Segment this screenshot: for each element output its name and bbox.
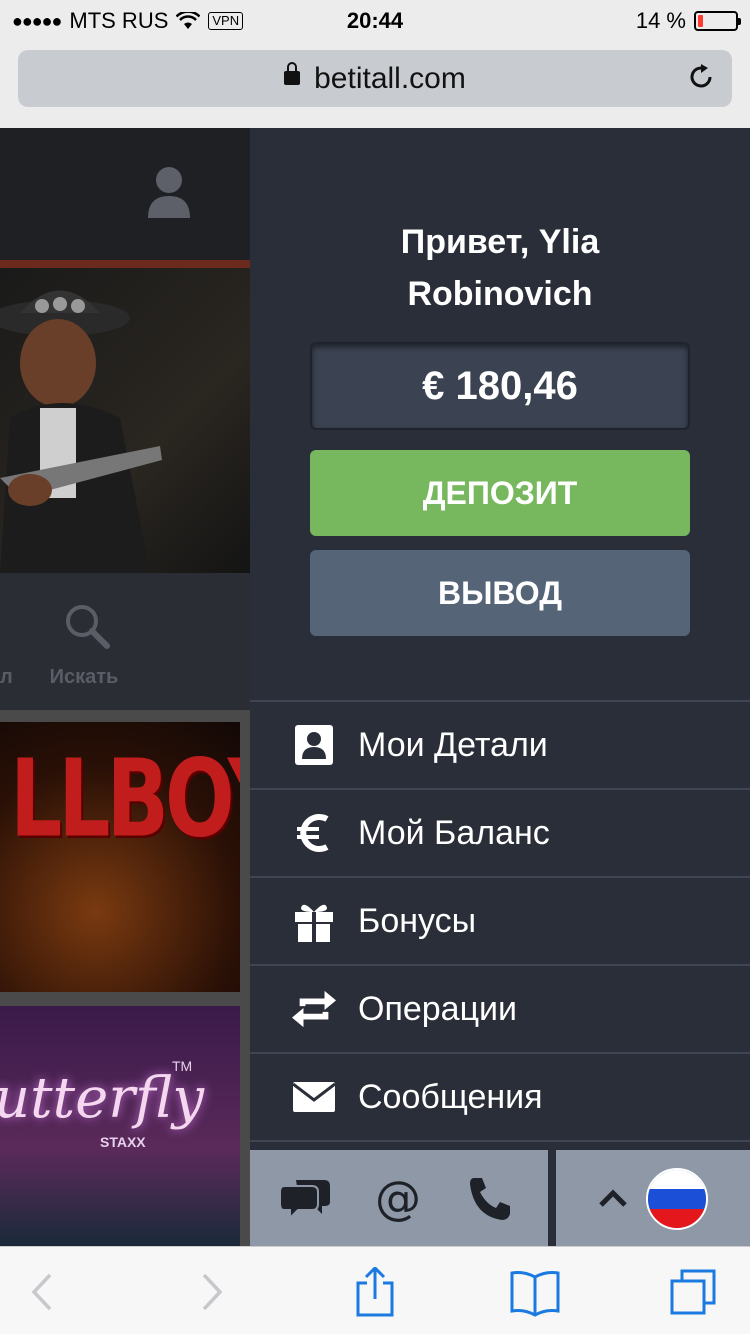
search-tab-label[interactable]: Искать	[0, 666, 168, 689]
game-tile-butterfly-staxx[interactable]: utterfly STAXX TM	[0, 1006, 240, 1246]
chevron-up-icon	[599, 1189, 627, 1207]
game-tile-title: utterfly	[0, 1066, 204, 1131]
address-bar[interactable]: betitall.com	[18, 50, 732, 107]
envelope-icon	[292, 1075, 336, 1119]
menu-item-label: Бонусы	[358, 901, 477, 940]
game-tile-subtitle: STAXX	[100, 1134, 146, 1150]
gift-icon	[292, 899, 336, 943]
cowboy-character-illustration	[0, 290, 162, 573]
url-text: betitall.com	[314, 62, 466, 95]
menu-item-messages[interactable]: Сообщения	[250, 1052, 750, 1140]
tabs-icon[interactable]	[668, 1267, 718, 1317]
trademark-mark: TM	[172, 1058, 193, 1074]
balance-display: € 180,46	[310, 342, 690, 430]
back-icon[interactable]	[18, 1267, 68, 1317]
greeting-text: Привет, Ylia Robinovich	[400, 223, 600, 313]
browser-toolbar	[0, 1246, 750, 1334]
background-page: л Искать LLBOY utterfly STAXX TM	[0, 128, 250, 1246]
transfer-icon	[292, 987, 336, 1031]
menu-item-label: Операции	[358, 989, 518, 1028]
menu-item-label: Мои Детали	[358, 725, 548, 764]
user-card-icon	[292, 723, 336, 767]
phone-icon[interactable]	[464, 1174, 516, 1222]
deposit-button[interactable]: ДЕПОЗИТ	[310, 450, 690, 536]
battery-percent: 14 %	[635, 8, 686, 33]
contact-bar: @	[250, 1150, 548, 1246]
site-header	[0, 128, 250, 260]
balance-amount: € 180,46	[422, 364, 578, 408]
russia-flag-icon	[646, 1168, 708, 1230]
menu-item-my-balance[interactable]: Мой Баланс	[250, 788, 750, 876]
svg-text:@: @	[375, 1174, 421, 1222]
menu-divider	[250, 1140, 750, 1142]
lock-icon	[284, 62, 301, 86]
menu-item-label: Мой Баланс	[358, 813, 550, 852]
menu-item-bonuses[interactable]: Бонусы	[250, 876, 750, 964]
browser-address-area: betitall.com	[0, 40, 750, 128]
menu-item-my-details[interactable]: Мои Детали	[250, 700, 750, 788]
game-tile-hellboy[interactable]: LLBOY	[0, 722, 240, 992]
game-grid: LLBOY utterfly STAXX TM	[0, 710, 250, 1246]
account-menu-list: Мои Детали Мой Баланс Бонусы Операции Со…	[250, 700, 750, 1142]
promo-banner[interactable]	[0, 268, 250, 573]
status-bar: ●●●●● MTS RUS VPN 20:44 14 %	[0, 0, 750, 40]
search-icon[interactable]	[64, 603, 110, 649]
accent-line	[0, 260, 250, 268]
site-tabs: л Искать	[0, 573, 250, 710]
email-icon[interactable]: @	[372, 1174, 424, 1222]
euro-icon	[292, 811, 336, 855]
account-menu-panel: Привет, Ylia Robinovich € 180,46 ДЕПОЗИТ…	[250, 128, 750, 1150]
battery-icon	[694, 11, 741, 31]
reload-icon[interactable]	[686, 62, 716, 92]
user-icon[interactable]	[146, 166, 192, 218]
language-selector[interactable]	[556, 1150, 750, 1246]
panel-footer: @	[250, 1150, 750, 1246]
forward-icon[interactable]	[186, 1267, 236, 1317]
share-icon[interactable]	[350, 1267, 400, 1317]
menu-item-operations[interactable]: Операции	[250, 964, 750, 1052]
bookmarks-icon[interactable]	[510, 1267, 560, 1317]
menu-item-label: Сообщения	[358, 1077, 543, 1116]
game-tile-title: LLBOY	[10, 737, 240, 862]
chat-icon[interactable]	[280, 1174, 332, 1222]
withdraw-button[interactable]: ВЫВОД	[310, 550, 690, 636]
